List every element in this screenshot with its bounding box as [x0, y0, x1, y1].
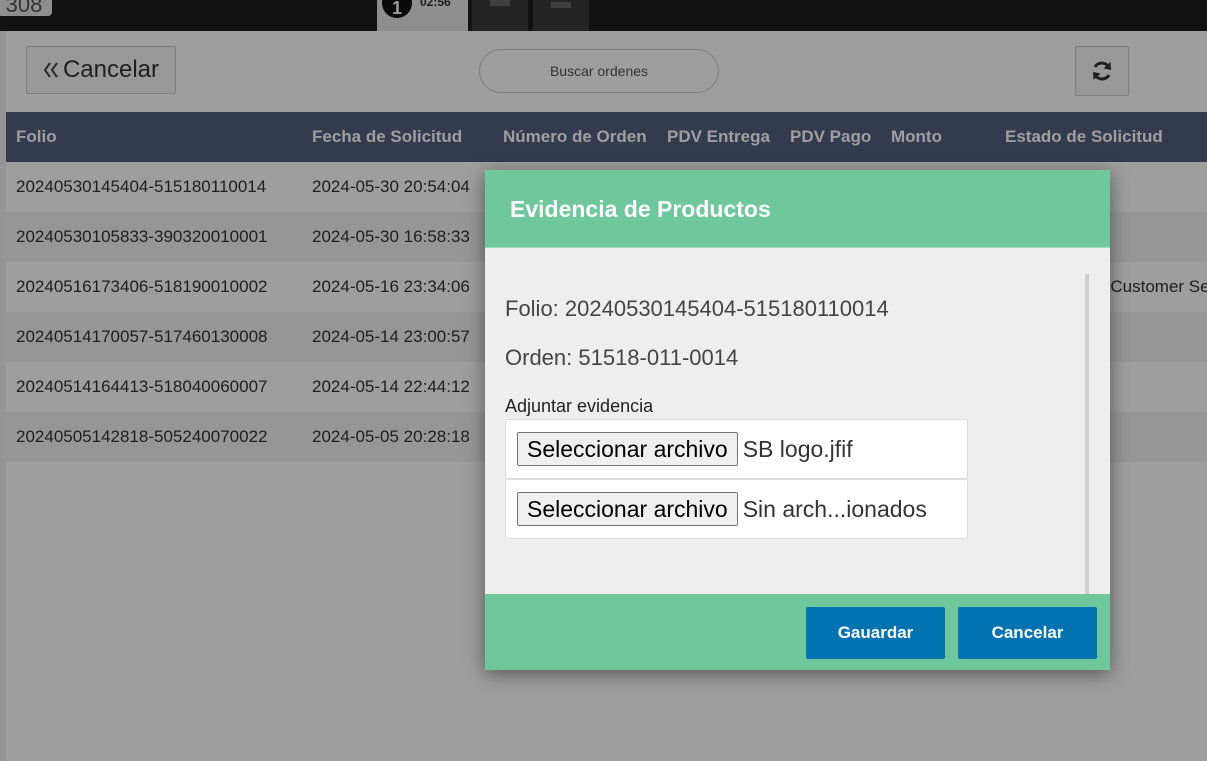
file-input-row: Seleccionar archivo SB logo.jfif	[505, 419, 968, 479]
file-name: Sin arch...ionados	[742, 495, 927, 522]
choose-file-button[interactable]: Seleccionar archivo	[517, 432, 738, 466]
evidence-modal: Evidencia de Productos Folio: 2024053014…	[485, 170, 1110, 670]
file-input-row: Seleccionar archivo Sin arch...ionados	[505, 479, 968, 539]
modal-scrollbar[interactable]	[1085, 274, 1089, 594]
modal-header: Evidencia de Productos	[485, 170, 1110, 248]
folio-text: Folio: 20240530145404-515180110014	[505, 296, 889, 321]
modal-footer: Gauardar Cancelar	[485, 594, 1110, 670]
modal-title: Evidencia de Productos	[510, 196, 771, 222]
attach-evidence-label: Adjuntar evidencia	[505, 396, 654, 416]
orden-text: Orden: 51518-011-0014	[505, 345, 739, 370]
save-button[interactable]: Gauardar	[806, 607, 945, 659]
modal-cancel-button[interactable]: Cancelar	[958, 607, 1097, 659]
file-name: SB logo.jfif	[742, 435, 853, 462]
choose-file-button[interactable]: Seleccionar archivo	[517, 492, 738, 526]
